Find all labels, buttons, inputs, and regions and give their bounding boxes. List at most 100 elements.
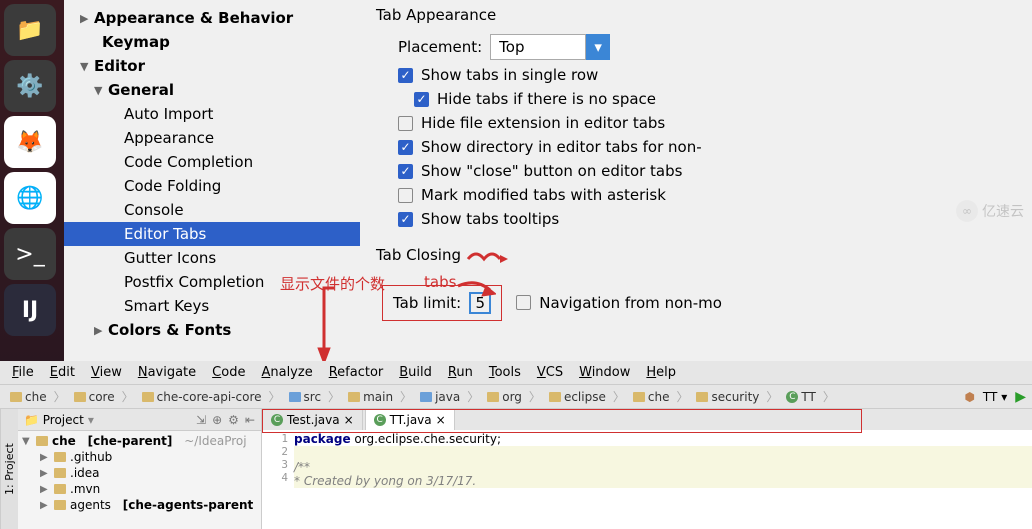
chevron-right-icon: ▶	[80, 12, 94, 25]
project-tree: ▼che [che-parent] ~/IdeaProj ▶.github ▶.…	[18, 431, 261, 515]
chevron-right-icon: ▶	[40, 500, 50, 511]
crumb[interactable]: security	[694, 388, 784, 405]
tree-editor[interactable]: ▼Editor	[64, 54, 360, 78]
tree-code-folding[interactable]: Code Folding	[64, 174, 360, 198]
close-icon[interactable]: ×	[436, 413, 446, 427]
cb-navigation[interactable]	[516, 295, 531, 310]
tree-editor-tabs[interactable]: Editor Tabs	[64, 222, 360, 246]
crumb[interactable]: CTT	[784, 388, 840, 405]
folder-icon	[54, 500, 66, 510]
crumb[interactable]: che-core-api-core	[140, 388, 287, 405]
menubar: File Edit View Navigate Code Analyze Ref…	[0, 361, 1032, 385]
proj-node[interactable]: ▶.mvn	[18, 481, 261, 497]
cb-show-tooltips[interactable]: ✓	[398, 212, 413, 227]
cb-hide-ext[interactable]	[398, 116, 413, 131]
collapse-icon[interactable]: ⇲	[196, 413, 206, 427]
folder-icon	[487, 392, 499, 402]
gear-icon[interactable]: ⚙	[228, 413, 239, 427]
proj-node[interactable]: ▶.github	[18, 449, 261, 465]
menu-file[interactable]: File	[12, 365, 34, 380]
folder-icon	[74, 392, 86, 402]
run-button[interactable]: ▶	[1015, 389, 1026, 405]
chevron-down-icon[interactable]: ▾	[586, 34, 610, 60]
tree-appearance[interactable]: Appearance	[64, 126, 360, 150]
tree-code-completion[interactable]: Code Completion	[64, 150, 360, 174]
launcher-firefox[interactable]: 🦊	[4, 116, 56, 168]
placement-value: Top	[490, 34, 586, 60]
folder-icon	[348, 392, 360, 402]
menu-help[interactable]: Help	[646, 365, 676, 380]
folder-icon	[633, 392, 645, 402]
cb-single-row[interactable]: ✓	[398, 68, 413, 83]
folder-icon	[549, 392, 561, 402]
crumb[interactable]: che	[631, 388, 695, 405]
menu-window[interactable]: Window	[579, 365, 630, 380]
menu-edit[interactable]: Edit	[50, 365, 75, 380]
target-icon[interactable]: ⊕	[212, 413, 222, 427]
menu-tools[interactable]: Tools	[489, 365, 521, 380]
chevron-down-icon: ▼	[80, 60, 94, 73]
chevron-right-icon: ▶	[94, 324, 108, 337]
launcher-terminal[interactable]: >_	[4, 228, 56, 280]
gutter: 1234	[262, 430, 294, 529]
class-icon: C	[786, 391, 798, 403]
menu-build[interactable]: Build	[399, 365, 432, 380]
class-icon: C	[374, 414, 386, 426]
menu-run[interactable]: Run	[448, 365, 473, 380]
tree-gutter-icons[interactable]: Gutter Icons	[64, 246, 360, 270]
proj-root[interactable]: ▼che [che-parent] ~/IdeaProj	[18, 433, 261, 449]
menu-vcs[interactable]: VCS	[537, 365, 563, 380]
launcher-chrome[interactable]: 🌐	[4, 172, 56, 224]
cb-show-close[interactable]: ✓	[398, 164, 413, 179]
folder-icon	[10, 392, 22, 402]
crumb[interactable]: java	[418, 388, 485, 405]
menu-navigate[interactable]: Navigate	[138, 365, 196, 380]
crumb[interactable]: org	[485, 388, 547, 405]
editor-tab[interactable]: CTest.java×	[262, 409, 363, 430]
crumb[interactable]: eclipse	[547, 388, 631, 405]
ide-window: File Edit View Navigate Code Analyze Ref…	[0, 361, 1032, 529]
cb-hide-no-space[interactable]: ✓	[414, 92, 429, 107]
menu-refactor[interactable]: Refactor	[329, 365, 384, 380]
folder-icon	[36, 436, 48, 446]
menu-code[interactable]: Code	[212, 365, 245, 380]
crumb[interactable]: che	[8, 388, 72, 405]
editor-tab-active[interactable]: CTT.java×	[365, 409, 455, 430]
run-config-selector[interactable]: TT ▾	[983, 390, 1007, 404]
project-panel: 📁 Project ▾ ⇲ ⊕ ⚙ ⇤ ▼che [che-parent] ~/…	[18, 409, 262, 529]
section-tab-appearance: Tab Appearance	[376, 6, 1022, 24]
folder-icon	[289, 392, 301, 402]
chevron-down-icon: ▼	[22, 436, 32, 447]
watermark: ∞亿速云	[956, 200, 1024, 222]
annotation-arrow-2	[310, 286, 344, 366]
editor-tabs: CTest.java× CTT.java×	[262, 409, 1032, 430]
cb-mark-asterisk[interactable]	[398, 188, 413, 203]
tab-limit-label: Tab limit:	[393, 294, 461, 312]
hide-icon[interactable]: ⇤	[245, 413, 255, 427]
launcher-intellij[interactable]: IJ	[4, 284, 56, 336]
field-icon: ⬢	[964, 390, 974, 404]
launcher-settings[interactable]: ⚙️	[4, 60, 56, 112]
crumb[interactable]: main	[346, 388, 418, 405]
proj-node[interactable]: ▶.idea	[18, 465, 261, 481]
tree-console[interactable]: Console	[64, 198, 360, 222]
tree-general[interactable]: ▼General	[64, 78, 360, 102]
code-editor[interactable]: package org.eclipse.che.security; /** * …	[294, 430, 1032, 529]
project-tool-tab[interactable]: 1: Project	[0, 409, 18, 529]
placement-select[interactable]: Top ▾	[490, 34, 610, 60]
menu-view[interactable]: View	[91, 365, 122, 380]
menu-analyze[interactable]: Analyze	[261, 365, 312, 380]
tree-keymap[interactable]: Keymap	[64, 30, 360, 54]
launcher-files[interactable]: 📁	[4, 4, 56, 56]
chevron-right-icon: ▶	[40, 452, 50, 463]
cb-show-dir[interactable]: ✓	[398, 140, 413, 155]
crumb[interactable]: core	[72, 388, 140, 405]
close-icon[interactable]: ×	[344, 413, 354, 427]
crumb[interactable]: src	[287, 388, 347, 405]
tree-auto-import[interactable]: Auto Import	[64, 102, 360, 126]
tree-appearance-behavior[interactable]: ▶Appearance & Behavior	[64, 6, 360, 30]
proj-node[interactable]: ▶agents [che-agents-parent	[18, 497, 261, 513]
project-panel-header: 📁 Project ▾ ⇲ ⊕ ⚙ ⇤	[18, 409, 261, 431]
folder-icon	[142, 392, 154, 402]
chevron-right-icon: ▶	[40, 484, 50, 495]
